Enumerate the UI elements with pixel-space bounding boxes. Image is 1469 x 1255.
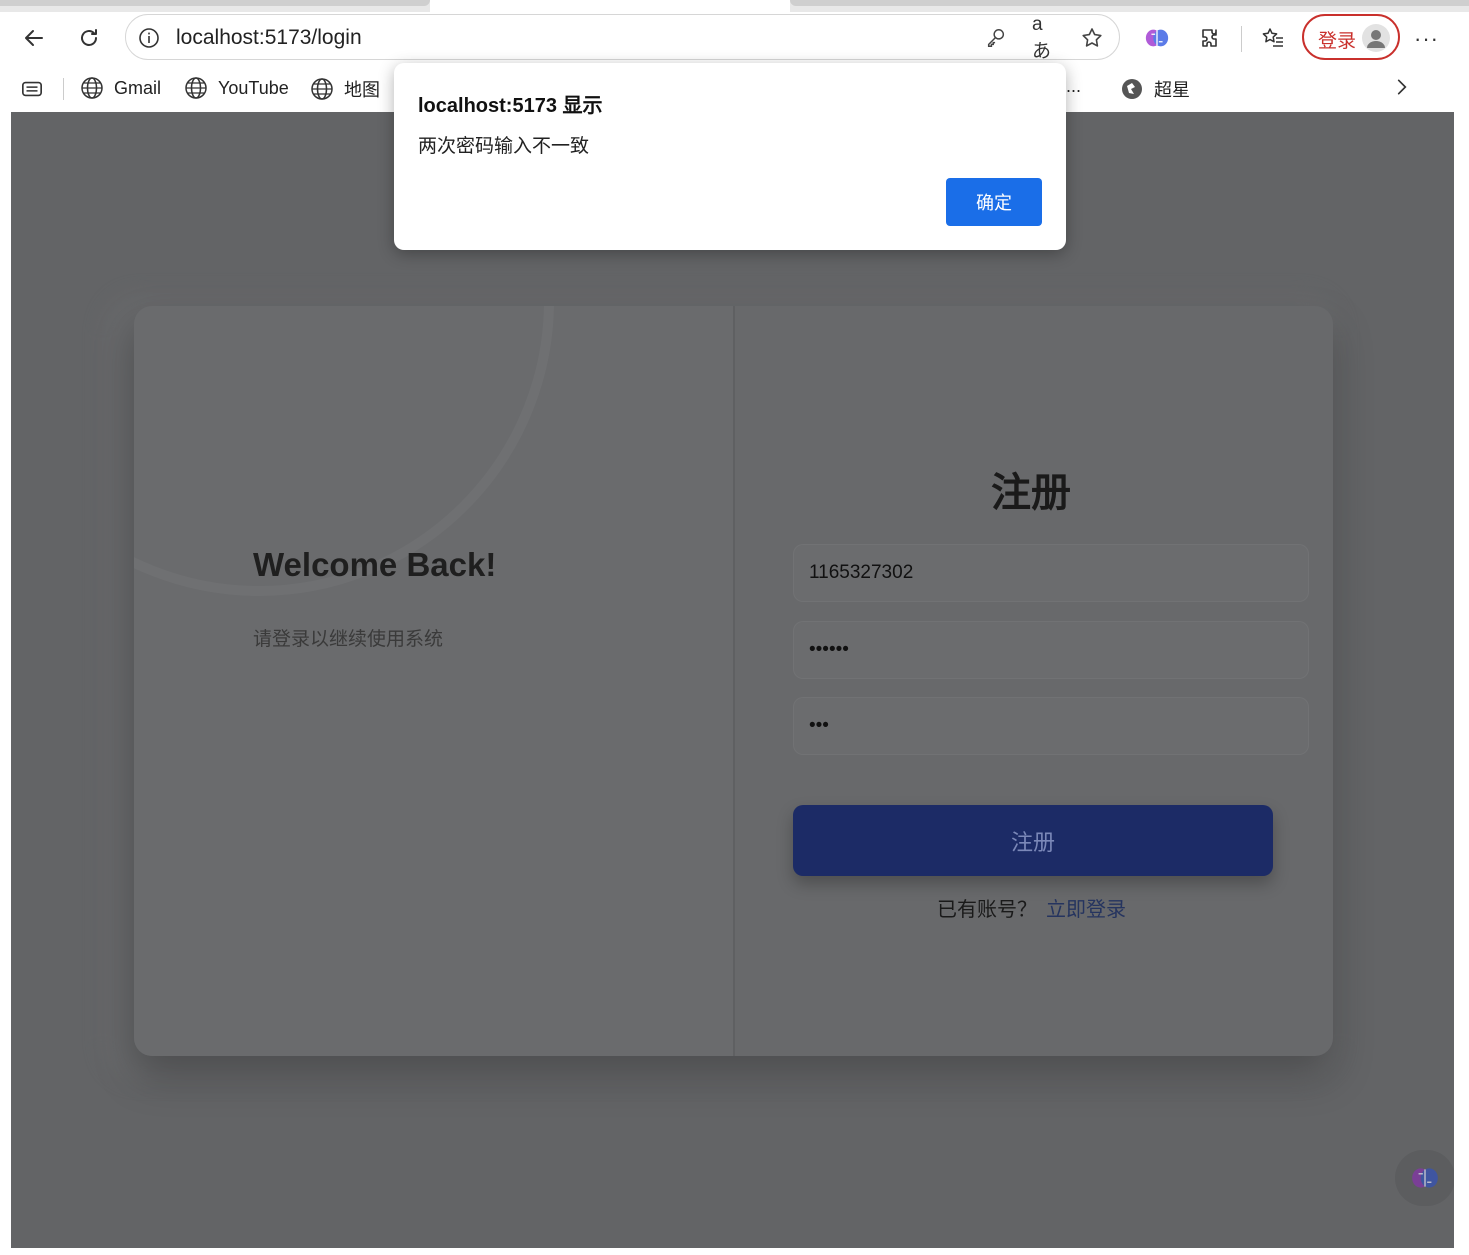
bookmarks-chevron-right-icon[interactable] [1392, 76, 1412, 98]
bookmarks-separator [63, 78, 64, 100]
login-link[interactable]: 立即登录 [1046, 893, 1126, 922]
bookmark-maps[interactable]: 地图 [310, 76, 380, 102]
bookmark-gmail[interactable]: Gmail [80, 76, 161, 100]
info-icon[interactable] [138, 27, 160, 49]
confirm-password-field[interactable] [793, 697, 1309, 755]
window-edge-bottom [0, 1248, 1469, 1255]
copilot-brain-icon[interactable] [1143, 24, 1171, 52]
url-text[interactable]: localhost:5173/login [176, 26, 362, 50]
globe-icon [81, 77, 103, 99]
back-arrow-icon [25, 30, 43, 46]
alert-dialog: localhost:5173 显示 两次密码输入不一致 确定 [394, 63, 1066, 250]
globe-icon [185, 77, 207, 99]
auth-card: Welcome Back! 请登录以继续使用系统 注册 注册 已有账号？ 立即登… [134, 306, 1333, 1056]
bookmark-label: Gmail [114, 77, 162, 98]
bookmark-label: ... [1066, 76, 1082, 96]
confirm-password-input[interactable] [809, 697, 1289, 755]
dialog-ok-button[interactable]: 确定 [946, 178, 1042, 226]
star-icon[interactable] [1080, 26, 1104, 50]
password-input[interactable] [809, 621, 1289, 679]
bookmark-chaoxing[interactable]: 超星 [1120, 76, 1190, 102]
register-button[interactable]: 注册 [793, 805, 1273, 876]
chaoxing-icon [1122, 79, 1142, 99]
dialog-title: localhost:5173 显示 [418, 95, 603, 117]
profile-login-label: 登录 [1318, 31, 1357, 52]
browser-toolbar: localhost:5173/login aあ 登录 ··· [0, 12, 1469, 64]
globe-icon [311, 78, 333, 100]
tab-strip [0, 0, 1469, 12]
tab-actions-icon[interactable] [20, 78, 44, 100]
key-icon[interactable] [984, 26, 1008, 50]
assistant-brain-icon [1412, 1168, 1438, 1188]
tab-right[interactable] [790, 0, 1469, 6]
bookmark-youtube[interactable]: YouTube [184, 76, 289, 100]
more-menu-icon[interactable]: ··· [1414, 26, 1439, 52]
extensions-icon[interactable] [1197, 24, 1225, 52]
back-button[interactable] [16, 20, 52, 56]
bookmark-label: YouTube [218, 77, 289, 98]
toolbar-separator [1241, 26, 1242, 52]
profile-login-button[interactable]: 登录 [1302, 14, 1400, 60]
translate-icon[interactable]: aあ [1032, 14, 1056, 62]
dialog-message: 两次密码输入不一致 [418, 136, 590, 157]
window-edge-left [0, 112, 11, 1255]
reload-icon [81, 29, 97, 46]
page-overlay: Welcome Back! 请登录以继续使用系统 注册 注册 已有账号？ 立即登… [11, 112, 1454, 1248]
address-bar[interactable]: localhost:5173/login aあ [125, 14, 1120, 62]
register-title: 注册 [991, 471, 1071, 515]
password-field[interactable] [793, 621, 1309, 679]
bookmark-label: 超星 [1154, 80, 1190, 100]
favorites-icon[interactable] [1259, 24, 1287, 52]
bookmark-label: 地图 [344, 80, 380, 100]
tab-active[interactable] [430, 0, 790, 12]
has-account-text: 已有账号？ [937, 899, 1037, 921]
username-input[interactable] [809, 544, 1289, 602]
welcome-panel: Welcome Back! 请登录以继续使用系统 [134, 306, 733, 1056]
panel-divider [733, 306, 735, 1056]
avatar-icon [1362, 24, 1390, 52]
tab-left[interactable] [0, 0, 430, 6]
bookmark-truncated[interactable]: ... [1066, 76, 1081, 97]
welcome-title: Welcome Back! [253, 546, 497, 583]
window-edge-right [1454, 112, 1469, 1255]
username-field[interactable] [793, 544, 1309, 602]
welcome-subtitle: 请登录以继续使用系统 [253, 629, 444, 650]
assistant-button[interactable] [1395, 1150, 1454, 1206]
reload-button[interactable] [71, 20, 107, 56]
